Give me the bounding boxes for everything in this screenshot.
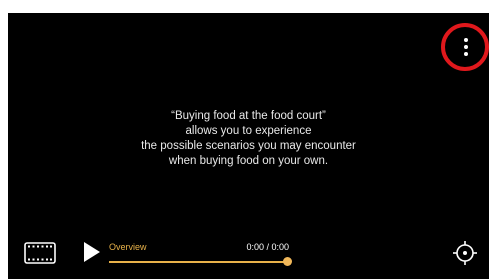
vertical-ellipsis-icon: [464, 38, 468, 56]
crosshair-button[interactable]: [452, 240, 478, 266]
play-icon: [84, 242, 100, 262]
crosshair-icon: [453, 241, 477, 265]
caption-line-2: allows you to experience: [185, 125, 312, 137]
filmstrip-icon: [24, 242, 56, 264]
video-player[interactable]: “Buying food at the food court” allows y…: [8, 13, 489, 279]
chapter-label[interactable]: Overview: [109, 242, 147, 252]
time-readout: 0:00 / 0:00: [246, 242, 289, 252]
caption-line-4: when buying food on your own.: [168, 155, 329, 167]
play-button[interactable]: [82, 240, 102, 264]
caption-line-3: the possible scenarios you may encounter: [141, 140, 356, 152]
filmstrip-button[interactable]: [24, 242, 56, 264]
progress-bar[interactable]: [109, 261, 287, 263]
video-caption: “Buying food at the food court” allows y…: [99, 109, 399, 169]
progress-handle[interactable]: [283, 257, 292, 266]
caption-line-1: “Buying food at the food court”: [171, 110, 326, 122]
player-controls: Overview 0:00 / 0:00: [8, 233, 489, 279]
more-options-button[interactable]: [444, 25, 488, 69]
progress-area: Overview 0:00 / 0:00: [109, 236, 293, 266]
